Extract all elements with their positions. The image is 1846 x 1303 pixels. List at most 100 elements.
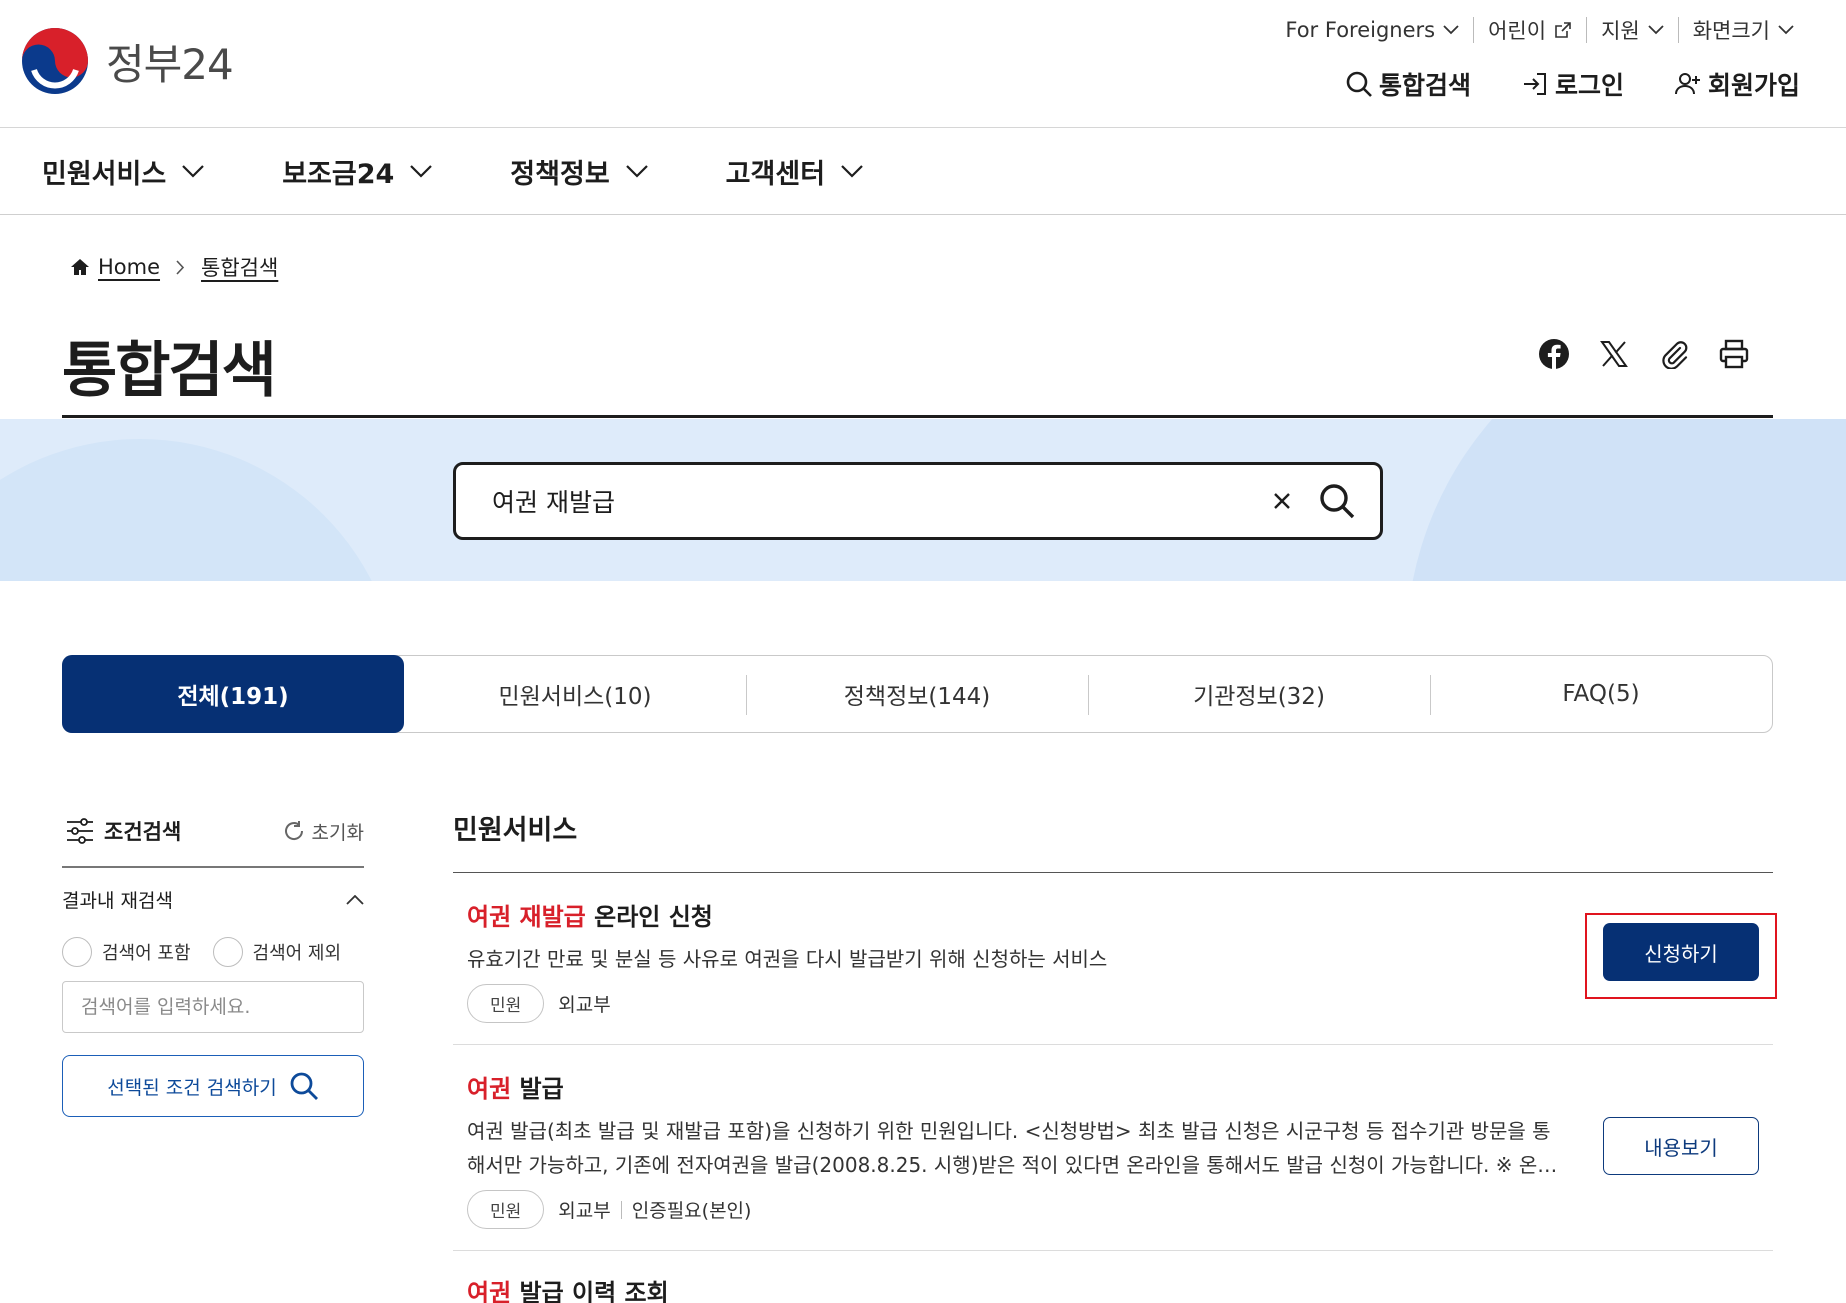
facebook-icon — [1539, 339, 1569, 369]
chevron-down-icon — [625, 165, 648, 178]
taegeuk-logo-icon — [22, 28, 88, 94]
nav-label: 정책정보 — [510, 159, 610, 190]
result-item: 여권 재발급 온라인 신청 유효기간 만료 및 분실 등 사유로 여권을 다시 … — [453, 873, 1773, 1045]
chevron-down-icon — [182, 165, 204, 178]
filter-panel: 조건검색 초기화 결과내 재검색 검색어 포함 검색어 제외 선택된 조건 검색… — [62, 812, 364, 1117]
reset-label: 초기화 — [311, 821, 364, 844]
tab-policy-info[interactable]: 정책정보(144) — [746, 656, 1088, 732]
chevron-down-icon — [410, 165, 433, 178]
filter-divider — [62, 866, 364, 868]
nav-label: 민원서비스 — [42, 159, 167, 190]
signup-label: 회원가입 — [1707, 71, 1800, 100]
reset-filter-button[interactable]: 초기화 — [282, 818, 364, 845]
include-term-radio[interactable]: 검색어 포함 — [62, 937, 191, 967]
home-icon — [71, 259, 89, 275]
result-title-highlight: 여권 — [467, 1279, 512, 1303]
radio-circle — [212, 937, 243, 967]
result-description: 유효기간 만료 및 분실 등 사유로 여권을 다시 발급받기 위해 신청하는 서… — [467, 947, 1108, 971]
x-share-button[interactable] — [1594, 334, 1634, 374]
search-box — [453, 462, 1383, 540]
support-menu[interactable]: 지원 — [1587, 14, 1678, 46]
nav-customer-center[interactable]: 고객센터 — [726, 152, 863, 191]
for-foreigners-label: For Foreigners — [1285, 18, 1436, 42]
copy-link-button[interactable] — [1654, 334, 1694, 374]
result-item: 여권 발급 이력 조회 — [453, 1251, 1773, 1303]
chevron-up-icon — [346, 894, 364, 905]
results-section: 민원서비스 여권 재발급 온라인 신청 유효기간 만료 및 분실 등 사유로 여… — [453, 808, 1777, 1303]
refine-search-label: 결과내 재검색 — [62, 890, 173, 912]
utility-menu: For Foreigners 어린이 지원 화면크기 — [1271, 14, 1808, 46]
sliders-icon — [67, 818, 93, 844]
result-title-rest: 발급 이력 조회 — [511, 1279, 669, 1303]
logo-text: 정부24 — [106, 39, 234, 89]
close-icon — [1274, 493, 1290, 509]
search-submit-button[interactable] — [1310, 474, 1364, 528]
refine-search-input[interactable] — [62, 981, 364, 1033]
login-link[interactable]: 로그인 — [1521, 66, 1624, 102]
facebook-share-button[interactable] — [1534, 334, 1574, 374]
title-divider — [62, 415, 1773, 418]
tab-faq[interactable]: FAQ(5) — [1430, 656, 1772, 732]
result-meta: 민원 외교부 인증필요(본인) — [467, 1190, 1773, 1229]
site-logo[interactable]: 정부24 — [20, 26, 234, 96]
result-title-highlight: 여권 재발급 — [467, 903, 586, 931]
for-foreigners-menu[interactable]: For Foreigners — [1271, 14, 1473, 46]
tab-all[interactable]: 전체(191) — [62, 655, 404, 733]
kids-link[interactable]: 어린이 — [1474, 14, 1586, 46]
login-icon — [1523, 73, 1546, 95]
refresh-icon — [284, 821, 303, 840]
radio-circle — [62, 937, 92, 967]
exclude-term-radio[interactable]: 검색어 제외 — [212, 937, 341, 967]
integrated-search-label: 통합검색 — [1378, 71, 1471, 100]
screen-size-menu[interactable]: 화면크기 — [1679, 14, 1808, 46]
kids-label: 어린이 — [1488, 19, 1547, 43]
filter-title-label: 조건검색 — [104, 820, 182, 844]
apply-filter-button[interactable]: 선택된 조건 검색하기 — [62, 1055, 364, 1117]
result-organization: 외교부 — [558, 1200, 611, 1222]
result-title[interactable]: 여권 발급 — [467, 1069, 1773, 1104]
paperclip-icon — [1662, 341, 1688, 369]
chevron-right-icon — [176, 259, 185, 275]
nav-label: 고객센터 — [725, 159, 826, 190]
breadcrumb-home[interactable]: Home — [98, 255, 160, 279]
result-meta: 민원 외교부 — [467, 984, 1773, 1023]
nav-policy-info[interactable]: 정책정보 — [510, 152, 648, 191]
view-details-button[interactable]: 내용보기 — [1603, 1117, 1759, 1175]
result-title-rest: 발급 — [511, 1075, 564, 1103]
result-item: 여권 발급 여권 발급(최초 발급 및 재발급 포함)을 신청하기 위한 민원입… — [453, 1045, 1773, 1251]
nav-label: 보조금24 — [282, 159, 395, 190]
category-badge: 민원 — [467, 1190, 545, 1229]
category-badge: 민원 — [467, 984, 545, 1023]
search-term-options: 검색어 포함 검색어 제외 — [62, 937, 364, 967]
tab-civil-service[interactable]: 민원서비스(10) — [404, 656, 746, 732]
print-button[interactable] — [1714, 334, 1754, 374]
divider — [620, 1200, 622, 1219]
result-title[interactable]: 여권 발급 이력 조회 — [467, 1273, 1773, 1303]
clear-search-button[interactable] — [1262, 481, 1302, 521]
breadcrumb-current[interactable]: 통합검색 — [201, 252, 278, 282]
result-title[interactable]: 여권 재발급 온라인 신청 — [467, 897, 1773, 932]
search-icon — [1320, 484, 1355, 519]
result-organization: 외교부 — [558, 994, 611, 1016]
external-link-icon — [1555, 22, 1571, 38]
apply-filter-label: 선택된 조건 검색하기 — [107, 1076, 277, 1099]
site-header: 정부24 For Foreigners 어린이 지원 화면크기 통합검색 로그인… — [0, 0, 1846, 128]
page-title: 통합검색 — [62, 336, 277, 406]
refine-search-toggle[interactable]: 결과내 재검색 — [62, 886, 364, 913]
global-nav: 통합검색 로그인 회원가입 — [1295, 66, 1800, 102]
main-nav: 민원서비스 보조금24 정책정보 고객센터 — [0, 129, 1846, 215]
nav-subsidy[interactable]: 보조금24 — [282, 152, 433, 191]
search-icon — [1346, 71, 1372, 97]
signup-link[interactable]: 회원가입 — [1674, 66, 1800, 102]
result-description: 여권 발급(최초 발급 및 재발급 포함)을 신청하기 위한 민원입니다. <신… — [467, 1119, 1556, 1177]
nav-civil-service[interactable]: 민원서비스 — [42, 152, 204, 191]
user-plus-icon — [1674, 73, 1700, 95]
auth-required: 인증필요(본인) — [631, 1200, 752, 1222]
result-title-rest: 온라인 신청 — [585, 903, 713, 931]
chevron-down-icon — [1443, 25, 1459, 35]
search-input[interactable] — [492, 486, 1262, 516]
results-section-title: 민원서비스 — [453, 815, 578, 846]
chevron-down-icon — [841, 165, 863, 178]
integrated-search-link[interactable]: 통합검색 — [1345, 66, 1471, 102]
tab-agency-info[interactable]: 기관정보(32) — [1088, 656, 1430, 732]
